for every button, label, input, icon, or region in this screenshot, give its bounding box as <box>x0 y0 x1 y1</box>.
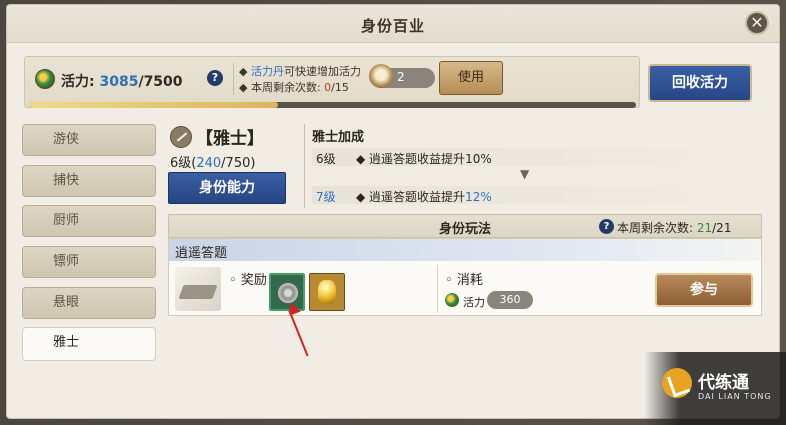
cost-label-text: 消耗 <box>456 273 483 288</box>
sidebar-item-constable[interactable]: 捕快 <box>22 165 156 197</box>
tip-remaining-label: 本周剩余次数: <box>250 81 325 94</box>
divider <box>437 265 438 313</box>
bonus-value: 12% <box>465 190 492 204</box>
vigor-current: 3085 <box>99 74 139 90</box>
bonus-level: 6级 <box>316 152 336 166</box>
help-icon[interactable]: ? <box>599 219 614 234</box>
title-bar: 身份百业 ✕ <box>7 5 779 43</box>
brush-icon <box>170 126 192 148</box>
recover-vigor-button[interactable]: 回收活力 <box>648 64 752 102</box>
tip-line-2: ◆ 本周剩余次数: 0/15 <box>239 81 349 94</box>
sidebar-item-escort[interactable]: 镖师 <box>22 246 156 278</box>
identity-level: 6级(240/750) <box>170 152 255 171</box>
reward-gold-icon[interactable] <box>309 273 345 311</box>
reward-label-text: 奖励 <box>240 273 267 288</box>
bonus-text: ◆ 逍遥答题收益提升10% <box>356 152 492 166</box>
watermark-logo-icon <box>662 368 692 398</box>
activity-name: 逍遥答题 <box>175 246 228 261</box>
vigor-progress-bar <box>30 102 636 108</box>
divider <box>233 63 234 95</box>
chevron-down-icon: ▼ <box>520 167 530 181</box>
tip-text: 可快速增加活力 <box>283 65 361 78</box>
identity-ability-button[interactable]: 身份能力 <box>168 172 286 204</box>
vigor-icon <box>35 69 55 89</box>
cost-label: ◦ 消耗 <box>445 273 483 288</box>
remaining-total: /21 <box>712 221 732 235</box>
join-button[interactable]: 参与 <box>655 273 753 307</box>
tip-item-name: 活力丹 <box>250 65 284 78</box>
activity-image <box>175 267 221 311</box>
pill-count: 2 <box>397 70 405 84</box>
cost-type: 活力 <box>463 296 485 309</box>
vigor-progress-fill <box>30 102 279 108</box>
vigor-readout: 活力: 3085/7500 <box>61 71 183 91</box>
vigor-pill-item: 2 <box>369 64 435 88</box>
exp-current: 240 <box>196 156 222 171</box>
bonus-desc: 逍遥答题收益提升 <box>369 152 466 166</box>
remaining-count: 21 <box>696 221 713 235</box>
watermark-subtitle: DAI LIAN TONG <box>698 392 772 401</box>
tip-remaining-total: /15 <box>331 81 349 94</box>
level-prefix: 6级( <box>170 156 197 171</box>
vigor-max: /7500 <box>138 74 183 90</box>
use-button[interactable]: 使用 <box>439 61 503 95</box>
sidebar-item-scholar[interactable]: 雅士 <box>22 327 156 361</box>
bonus-level: 7级 <box>316 190 336 204</box>
reward-label: ◦ 奖励 <box>229 273 267 288</box>
help-icon[interactable]: ? <box>207 70 223 86</box>
divider <box>304 124 305 208</box>
sidebar-item-chef[interactable]: 厨师 <box>22 205 156 237</box>
identity-name: 【雅士】 <box>196 129 264 149</box>
bonus-desc: 逍遥答题收益提升 <box>369 190 466 204</box>
bonus-text: ◆ 逍遥答题收益提升12% <box>356 190 492 204</box>
vigor-panel: 活力: 3085/7500 ? ◆ 活力丹可快速增加活力 ◆ 本周剩余次数: 0… <box>24 56 640 108</box>
cost-value: 360 <box>487 291 533 309</box>
bonus-title: 雅士加成 <box>312 130 365 145</box>
bonus-row: 7级 ◆ 逍遥答题收益提升12% <box>312 186 758 204</box>
activity-name-bar: 逍遥答题 <box>169 239 761 261</box>
bonus-value: 10% <box>465 152 492 166</box>
exp-max: /750) <box>221 156 256 171</box>
vigor-icon <box>445 293 459 307</box>
sidebar-item-bounty[interactable]: 悬眼 <box>22 287 156 319</box>
activity-card: 逍遥答题 ◦ 奖励 ◦ 消耗 活力 360 参与 <box>168 238 762 316</box>
watermark-title: 代练通 <box>698 373 749 393</box>
tip-line-1: ◆ 活力丹可快速增加活力 <box>239 65 361 78</box>
close-icon[interactable]: ✕ <box>745 11 769 35</box>
gameplay-header: 身份玩法 ? 本周剩余次数: 21/21 <box>168 214 762 238</box>
window-title: 身份百业 <box>360 17 425 35</box>
remaining-label: 本周剩余次数: <box>617 221 697 235</box>
watermark: 代练通 DAI LIAN TONG <box>644 352 786 425</box>
gameplay-remaining: 本周剩余次数: 21/21 <box>617 219 731 236</box>
pill-icon <box>369 64 393 88</box>
bonus-row: 6级 ◆ 逍遥答题收益提升10% <box>312 148 758 166</box>
vigor-label: 活力: <box>61 74 95 90</box>
sidebar-item-ranger[interactable]: 游侠 <box>22 124 156 156</box>
